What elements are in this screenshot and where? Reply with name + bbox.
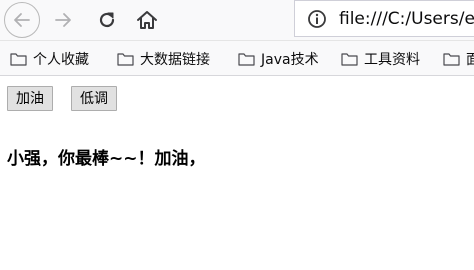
- message-text: 小强，你最棒~~！加油，: [7, 149, 206, 169]
- reload-button[interactable]: [92, 5, 122, 35]
- bookmark-label: Java技术: [261, 52, 319, 68]
- reload-icon: [99, 12, 115, 28]
- back-button[interactable]: [4, 2, 40, 38]
- bookmark-folder-favorites[interactable]: 个人收藏: [10, 49, 89, 69]
- bookmark-folder-tools[interactable]: 工具资料: [341, 49, 420, 69]
- folder-icon: [117, 53, 134, 66]
- bookmark-label: 工具资料: [364, 52, 420, 68]
- folder-icon: [443, 53, 460, 66]
- increase-button[interactable]: 加油: [7, 86, 53, 111]
- arrow-left-icon: [14, 13, 30, 27]
- bookmark-label: 大数据链接: [140, 52, 210, 68]
- bookmark-label: 个人收藏: [33, 52, 89, 68]
- folder-icon: [10, 53, 27, 66]
- bookmarks-bar: 个人收藏 大数据链接 Java技术 工具资料 面: [0, 41, 474, 76]
- arrow-right-icon: [55, 13, 71, 27]
- info-icon[interactable]: [307, 9, 327, 29]
- decrease-button[interactable]: 低调: [71, 86, 117, 111]
- page-content: 加油 低调 小强，你最棒~~！加油，: [0, 76, 474, 270]
- home-button[interactable]: [132, 5, 162, 35]
- url-bar[interactable]: file:///C:/Users/e: [294, 0, 474, 37]
- browser-toolbar: file:///C:/Users/e: [0, 0, 474, 41]
- bookmark-folder-more[interactable]: 面: [443, 49, 474, 69]
- home-icon: [137, 11, 157, 29]
- url-text[interactable]: file:///C:/Users/e: [339, 9, 474, 29]
- bookmark-folder-bigdata[interactable]: 大数据链接: [117, 49, 210, 69]
- forward-button[interactable]: [48, 5, 78, 35]
- folder-icon: [238, 53, 255, 66]
- bookmark-folder-java[interactable]: Java技术: [238, 49, 319, 69]
- folder-icon: [341, 53, 358, 66]
- bookmark-label: 面: [466, 52, 474, 68]
